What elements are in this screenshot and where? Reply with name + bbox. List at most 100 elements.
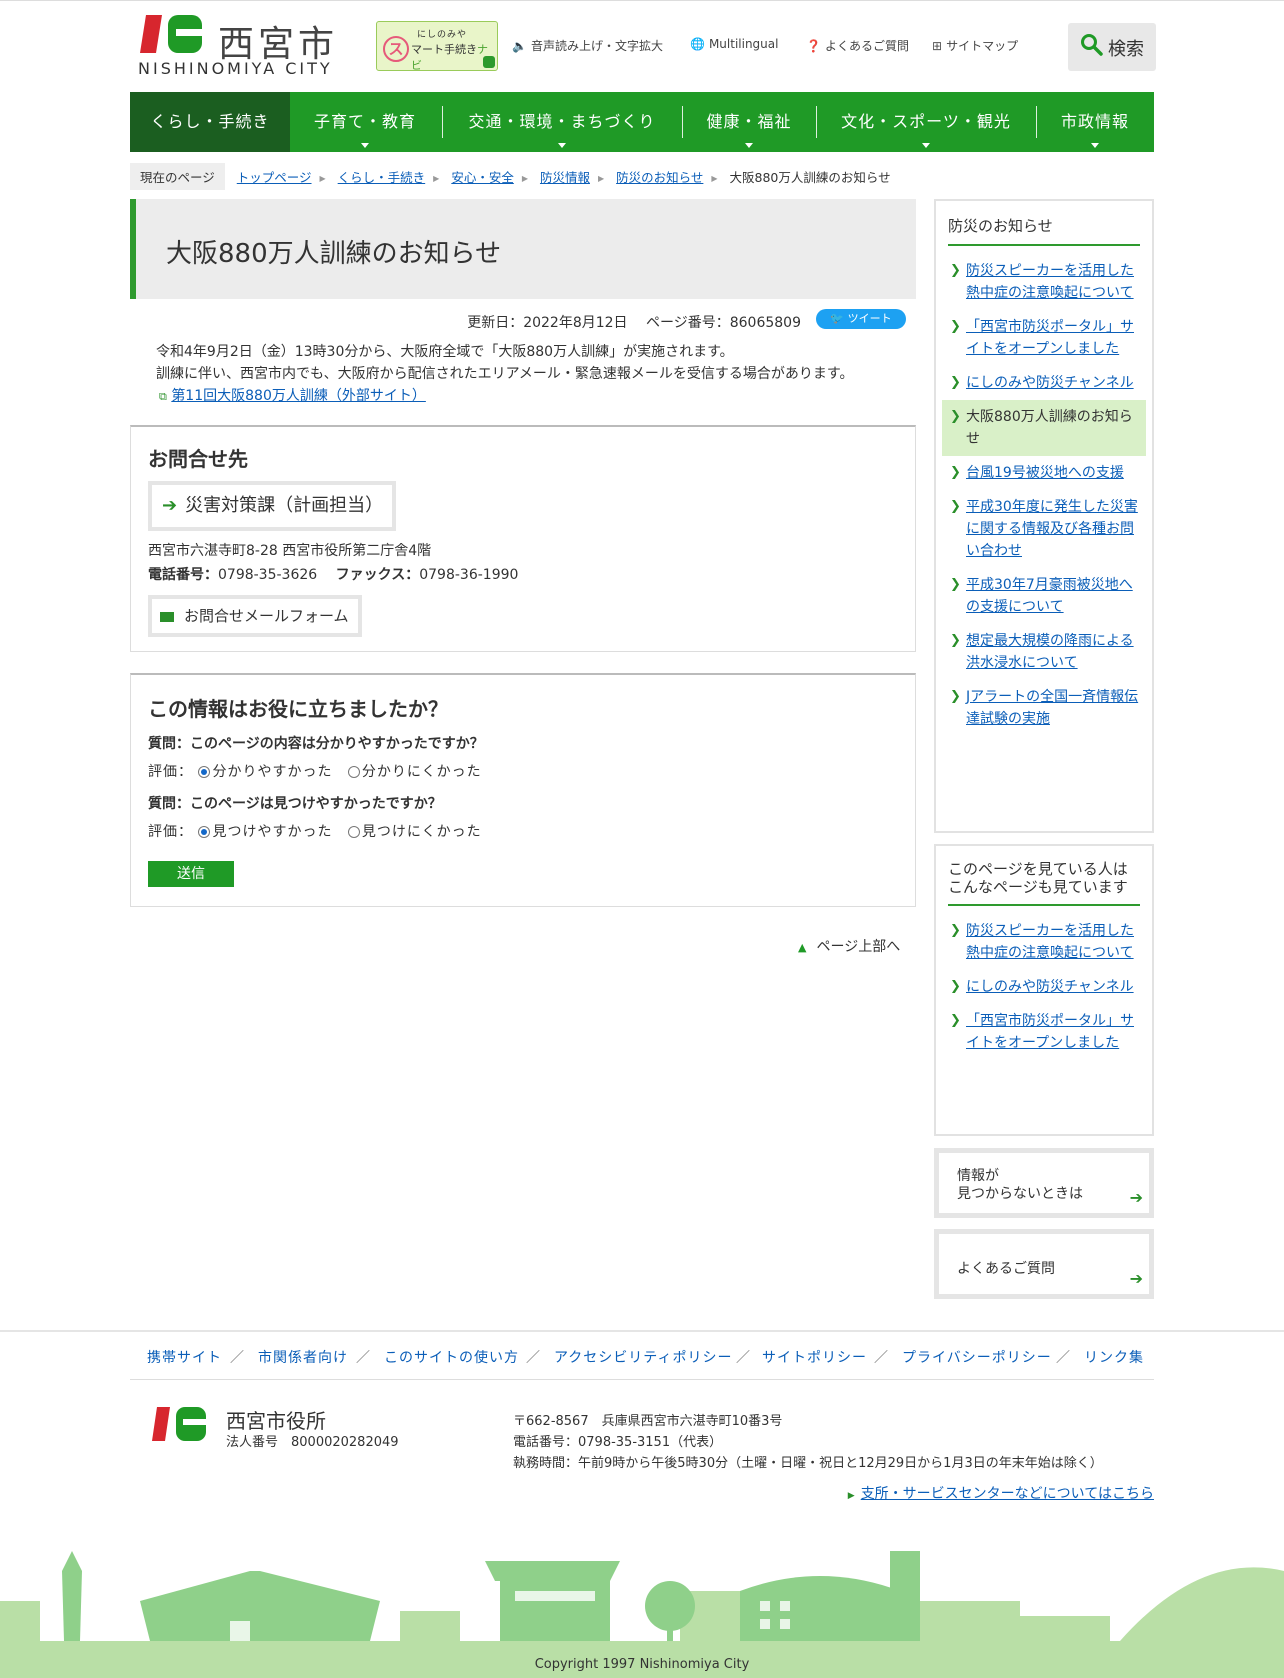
- radio-icon: [347, 826, 360, 838]
- side-item[interactable]: ❯ Jアラートの全国一斉情報伝達試験の実施: [936, 680, 1152, 736]
- page-title: 大阪880万人訓練のお知らせ: [166, 239, 502, 269]
- not-found-button[interactable]: 情報が 見つからないときは ➔: [934, 1148, 1154, 1218]
- footer-hours: 執務時間：午前9時から午後5時30分（土曜・日曜・祝日と12月29日から1月3日…: [513, 1456, 1103, 1471]
- submit-button[interactable]: 送信: [148, 861, 234, 887]
- city-mark-icon: [152, 1407, 206, 1441]
- side-item[interactable]: ❯ 想定最大規模の降雨による洪水浸水について: [936, 624, 1152, 680]
- footer-links: 携帯サイト ／ 市関係者向け ／ このサイトの使い方 ／ アクセシビリティポリシ…: [130, 1347, 1154, 1377]
- mail-form-button[interactable]: お問合せメールフォーム: [148, 595, 362, 637]
- gnav-kosodate[interactable]: 子育て・教育: [290, 92, 440, 152]
- footer-link-mobile[interactable]: 携帯サイト: [147, 1347, 222, 1367]
- speaker-icon: 🔈: [512, 39, 527, 53]
- page-meta: 更新日：2022年8月12日 ページ番号：86065809 🐦 ツイート: [130, 309, 916, 333]
- footer-link-links[interactable]: リンク集: [1084, 1347, 1144, 1367]
- external-link-row: ⧉ 第11回大阪880万人訓練（外部サイト）: [156, 385, 916, 408]
- side-item[interactable]: ❯ 平成30年度に発生した災害に関する情報及び各種お問い合わせ: [936, 490, 1152, 568]
- side-item[interactable]: ❯ 防災スピーカーを活用した熱中症の注意喚起について: [936, 254, 1152, 310]
- cityscape-illustration: [0, 1551, 1284, 1678]
- external-link[interactable]: 第11回大阪880万人訓練（外部サイト）: [171, 388, 426, 404]
- footer-link-usage[interactable]: このサイトの使い方: [384, 1347, 519, 1367]
- smart-procedure-navi-banner[interactable]: ス にしのみや マート手続きナビ: [376, 21, 498, 72]
- radio-checked-icon: [198, 826, 211, 838]
- breadcrumb-bosai[interactable]: 防災情報: [540, 167, 590, 186]
- faq-button[interactable]: よくあるご質問 ➔: [934, 1229, 1154, 1299]
- side-item[interactable]: ❯ 台風19号被災地への支援: [936, 456, 1152, 490]
- chevron-right-icon: ❯: [950, 633, 961, 648]
- util-sitemap[interactable]: ⊞ サイトマップ: [932, 37, 1018, 54]
- gnav-kotsu[interactable]: 交通・環境・まちづくり: [442, 92, 682, 152]
- side-item[interactable]: ❯ にしのみや防災チャンネル: [936, 970, 1152, 1004]
- footer-link-privacy[interactable]: プライバシーポリシー: [902, 1347, 1052, 1367]
- slash: ／: [874, 1350, 888, 1366]
- slash: ／: [1056, 1350, 1070, 1366]
- triangle-right-icon: ▶: [847, 1491, 855, 1501]
- gnav-shisei[interactable]: 市政情報: [1036, 92, 1154, 152]
- footer-corp-number: 法人番号 8000020282049: [226, 1435, 399, 1450]
- chevron-right-icon: ❯: [950, 409, 961, 424]
- radio-icon: [347, 766, 360, 778]
- footer-branch-link[interactable]: ▶ 支所・サービスセンターなどについてはこちら: [848, 1483, 1154, 1503]
- arrow-right-icon: ➔: [1129, 1188, 1143, 1207]
- radio-checked-icon: [198, 766, 211, 778]
- footer-address: 〒662-8567 兵庫県西宮市六湛寺町10番3号: [513, 1414, 783, 1429]
- footer-link-staff[interactable]: 市関係者向け: [258, 1347, 348, 1367]
- article-body: 令和4年9月2日（金）13時30分から、大阪府全域で「大阪880万人訓練」が実施…: [156, 341, 916, 408]
- search-icon: [1081, 34, 1103, 56]
- chevron-right-icon: ❯: [950, 499, 961, 514]
- chevron-down-icon: [1091, 143, 1099, 148]
- side-item[interactable]: ❯ 「西宮市防災ポータル」サイトをオープンしました: [936, 310, 1152, 366]
- util-multilingual[interactable]: 🌐 Multilingual: [690, 37, 778, 51]
- radio-hard[interactable]: 分かりにくかった: [347, 764, 482, 780]
- radio-unfindable[interactable]: 見つけにくかった: [347, 824, 482, 840]
- update-info: 更新日：2022年8月12日 ページ番号：86065809: [467, 315, 801, 331]
- breadcrumb-current: 大阪880万人訓練のお知らせ: [729, 170, 891, 185]
- slash: ／: [356, 1350, 370, 1366]
- search-label: 検索: [1108, 39, 1144, 60]
- breadcrumb: 現在のページ トップページ ▶ くらし・手続き ▶ 安心・安全 ▶ 防災情報 ▶ 防災の…: [130, 163, 1154, 190]
- side-item[interactable]: ❯ にしのみや防災チャンネル: [936, 366, 1152, 400]
- question-2: 質問：このページは見つけやすかったですか？: [148, 796, 442, 812]
- slash: ／: [526, 1350, 540, 1366]
- twitter-bird-icon: 🐦: [830, 312, 845, 325]
- breadcrumb-bosai-news[interactable]: 防災のお知らせ: [616, 167, 703, 186]
- breadcrumb-kurashi[interactable]: くらし・手続き: [338, 167, 426, 186]
- side-item[interactable]: ❯ 防災スピーカーを活用した熱中症の注意喚起について: [936, 914, 1152, 970]
- contact-heading: お問合せ先: [148, 447, 248, 471]
- side-heading: 防災のお知らせ: [948, 215, 1140, 246]
- city-mark-icon: [140, 15, 202, 53]
- breadcrumb-anshin[interactable]: 安心・安全: [451, 167, 514, 186]
- slash: ／: [736, 1350, 750, 1366]
- footer-divider: [0, 1330, 1284, 1332]
- side-item[interactable]: ❯ 平成30年7月豪雨被災地への支援について: [936, 568, 1152, 624]
- footer-link-accessibility[interactable]: アクセシビリティポリシー: [554, 1347, 732, 1367]
- gnav-kurashi[interactable]: くらし・手続き: [130, 92, 290, 152]
- footer-info: 〒662-8567 兵庫県西宮市六湛寺町10番3号 電話番号：0798-35-3…: [513, 1411, 1103, 1474]
- search-button[interactable]: 検索: [1068, 23, 1156, 71]
- department-button[interactable]: ➔ 災害対策課（計画担当）: [148, 481, 396, 531]
- gnav-kenko[interactable]: 健康・福祉: [682, 92, 816, 152]
- chevron-right-icon: ❯: [950, 979, 961, 994]
- navi-initial: ス: [383, 36, 409, 62]
- site-logo[interactable]: 西宮市 NISHINOMIYA CITY: [138, 13, 338, 79]
- util-speech[interactable]: 🔈 音声読み上げ・文字拡大: [512, 37, 663, 54]
- chevron-down-icon: [361, 143, 369, 148]
- side-item[interactable]: ❯ 「西宮市防災ポータル」サイトをオープンしました: [936, 1004, 1152, 1060]
- breadcrumb-top[interactable]: トップページ: [237, 167, 312, 186]
- gnav-bunka[interactable]: 文化・スポーツ・観光: [816, 92, 1036, 152]
- footer-link-site-policy[interactable]: サイトポリシー: [762, 1347, 867, 1367]
- global-nav: くらし・手続き 子育て・教育 交通・環境・まちづくり 健康・福祉 文化・スポーツ…: [130, 92, 1154, 152]
- radio-findable[interactable]: 見つけやすかった: [198, 824, 332, 840]
- contact-address: 西宮市六湛寺町8-28 西宮市役所第二庁舎4階 電話番号：0798-35-362…: [148, 539, 518, 587]
- triangle-right-icon: ▶: [521, 174, 528, 183]
- site-header: 西宮市 NISHINOMIYA CITY ス にしのみや マート手続きナビ 🔈 音…: [130, 1, 1156, 91]
- footer-office-name: 西宮市役所: [226, 1409, 326, 1433]
- radio-easy[interactable]: 分かりやすかった: [198, 764, 332, 780]
- rating-1: 評価： 分かりやすかった 分かりにくかった: [148, 764, 482, 780]
- translate-icon: 🌐: [690, 37, 705, 51]
- chevron-right-icon: ❯: [950, 263, 961, 278]
- tweet-button[interactable]: 🐦 ツイート: [816, 309, 906, 329]
- page-top-link[interactable]: ▲ ページ上部へ: [798, 936, 900, 956]
- chevron-right-icon: ❯: [950, 319, 961, 334]
- util-faq[interactable]: ❓ よくあるご質問: [806, 37, 909, 54]
- side-related-pages: このページを見ている人は こんなページも見ています ❯ 防災スピーカーを活用した熱中…: [934, 844, 1154, 1136]
